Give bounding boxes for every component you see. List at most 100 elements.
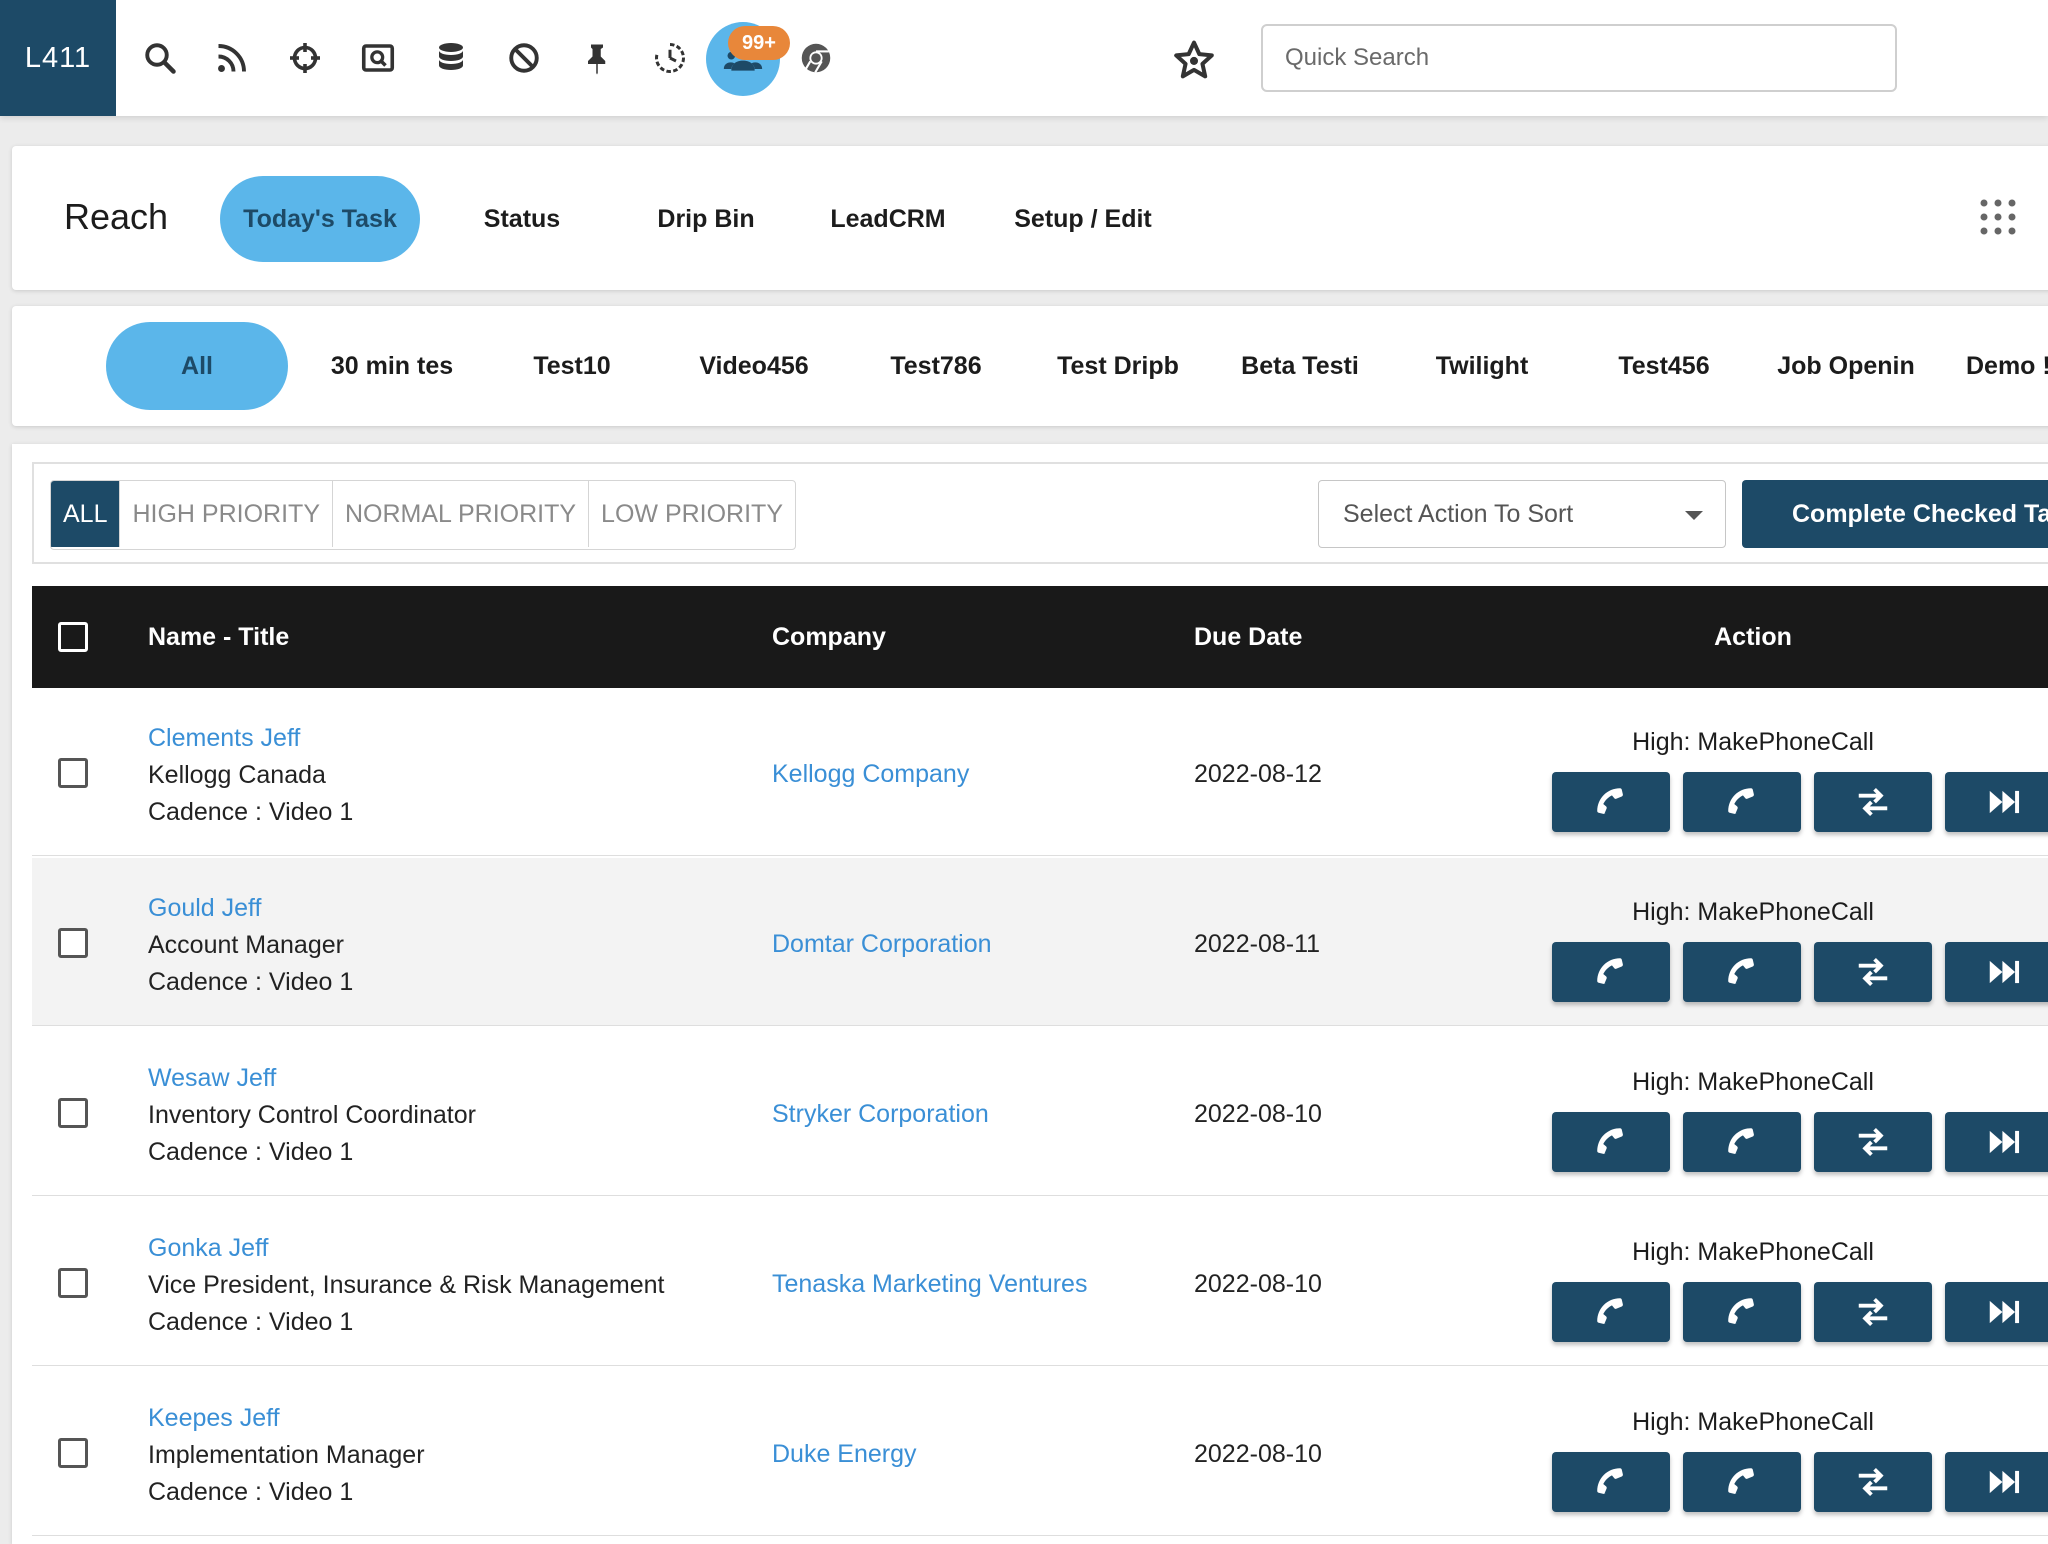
row-checkbox[interactable] bbox=[58, 1098, 88, 1128]
priority-normal-button[interactable]: NORMAL PRIORITY bbox=[333, 481, 590, 547]
reassign-button[interactable] bbox=[1814, 772, 1932, 832]
block-icon[interactable] bbox=[500, 34, 548, 82]
swap-icon bbox=[1858, 1297, 1888, 1327]
cadence-tab[interactable]: Test10 bbox=[482, 322, 662, 410]
reassign-button[interactable] bbox=[1814, 1112, 1932, 1172]
action-label: High: MakePhoneCall bbox=[1632, 1068, 1874, 1096]
priority-low-button[interactable]: LOW PRIORITY bbox=[589, 481, 795, 547]
contact-name-link[interactable]: Keepes Jeff bbox=[148, 1400, 425, 1437]
due-date: 2022-08-12 bbox=[1194, 760, 1322, 788]
cadence-tab[interactable]: 30 min tes bbox=[302, 322, 482, 410]
contact-name-link[interactable]: Clements Jeff bbox=[148, 720, 353, 757]
skip-button[interactable] bbox=[1945, 1112, 2048, 1172]
call-button[interactable] bbox=[1683, 1282, 1801, 1342]
priority-all-button[interactable]: ALL bbox=[51, 481, 121, 547]
skip-button[interactable] bbox=[1945, 942, 2048, 1002]
call-button[interactable] bbox=[1683, 772, 1801, 832]
contact-name-link[interactable]: Gonka Jeff bbox=[148, 1230, 664, 1267]
action-label: High: MakePhoneCall bbox=[1632, 898, 1874, 926]
col-due-date: Due Date bbox=[1194, 622, 1303, 651]
select-all-checkbox[interactable] bbox=[58, 622, 88, 652]
company-link[interactable]: Duke Energy bbox=[772, 1436, 917, 1473]
call-button[interactable] bbox=[1552, 772, 1670, 832]
cadence-tab[interactable]: Test786 bbox=[846, 322, 1026, 410]
app-logo[interactable]: L411 bbox=[0, 0, 116, 116]
call-button[interactable] bbox=[1683, 1452, 1801, 1512]
tab-todays-task[interactable]: Today's Task bbox=[220, 176, 420, 262]
search-icon[interactable] bbox=[136, 34, 184, 82]
contact-name-link[interactable]: Gould Jeff bbox=[148, 890, 353, 927]
company-link[interactable]: Tenaska Marketing Ventures bbox=[772, 1266, 1087, 1303]
call-button[interactable] bbox=[1552, 942, 1670, 1002]
priority-high-button[interactable]: HIGH PRIORITY bbox=[120, 481, 333, 547]
crosshair-icon[interactable] bbox=[281, 34, 329, 82]
database-icon[interactable] bbox=[427, 34, 475, 82]
history-icon[interactable] bbox=[646, 34, 694, 82]
company-link[interactable]: Domtar Corporation bbox=[772, 926, 992, 963]
col-name-title: Name - Title bbox=[148, 622, 290, 651]
row-checkbox[interactable] bbox=[58, 1438, 88, 1468]
screen-search-icon[interactable] bbox=[354, 34, 402, 82]
tab-drip-bin[interactable]: Drip Bin bbox=[626, 176, 786, 262]
call-button[interactable] bbox=[1552, 1282, 1670, 1342]
table-row: Clements Jeff Kellogg Canada Cadence : V… bbox=[32, 688, 2048, 856]
action-label: High: MakePhoneCall bbox=[1632, 1408, 1874, 1436]
skip-button[interactable] bbox=[1945, 1282, 2048, 1342]
swap-icon bbox=[1858, 1467, 1888, 1497]
skip-button[interactable] bbox=[1945, 772, 2048, 832]
call-button[interactable] bbox=[1683, 942, 1801, 1002]
cadence-tab[interactable]: Beta Testi bbox=[1210, 322, 1390, 410]
cadence-tab[interactable]: Demo ! bbox=[1966, 322, 2048, 410]
contact-title: Implementation Manager bbox=[148, 1441, 425, 1469]
reassign-button[interactable] bbox=[1814, 1452, 1932, 1512]
notification-badge: 99+ bbox=[728, 26, 790, 60]
table-row: Gonka Jeff Vice President, Insurance & R… bbox=[32, 1198, 2048, 1366]
sort-action-select[interactable]: Select Action To Sort bbox=[1318, 480, 1726, 548]
chrome-icon[interactable] bbox=[792, 34, 840, 82]
cadence-tabs: All 30 min tes Test10 Video456 Test786 T… bbox=[12, 306, 2048, 426]
phone-icon bbox=[1597, 1128, 1623, 1154]
row-checkbox[interactable] bbox=[58, 1268, 88, 1298]
star-icon[interactable] bbox=[1172, 38, 1216, 82]
fast-forward-icon bbox=[1989, 1300, 2020, 1324]
call-button[interactable] bbox=[1552, 1452, 1670, 1512]
skip-button[interactable] bbox=[1945, 1452, 2048, 1512]
cadence-tab[interactable]: Test456 bbox=[1574, 322, 1754, 410]
company-link[interactable]: Kellogg Company bbox=[772, 756, 969, 793]
tab-setup-edit[interactable]: Setup / Edit bbox=[988, 176, 1178, 262]
reassign-button[interactable] bbox=[1814, 1282, 1932, 1342]
call-button[interactable] bbox=[1552, 1112, 1670, 1172]
priority-filter: ALL HIGH PRIORITY NORMAL PRIORITY LOW PR… bbox=[50, 480, 797, 550]
chevron-down-icon bbox=[1685, 511, 1703, 520]
phone-icon bbox=[1728, 958, 1754, 984]
cadence-tab[interactable]: Twilight bbox=[1392, 322, 1572, 410]
swap-icon bbox=[1858, 1127, 1888, 1157]
tab-leadcrm[interactable]: LeadCRM bbox=[812, 176, 964, 262]
cadence-tab[interactable]: Video456 bbox=[664, 322, 844, 410]
contact-name-link[interactable]: Wesaw Jeff bbox=[148, 1060, 476, 1097]
quick-search-input[interactable] bbox=[1261, 24, 1897, 92]
call-button[interactable] bbox=[1683, 1112, 1801, 1172]
rss-icon[interactable] bbox=[208, 34, 256, 82]
apps-grid-icon[interactable] bbox=[1977, 196, 2019, 238]
complete-checked-button[interactable]: Complete Checked Ta bbox=[1742, 480, 2048, 548]
contact-title: Kellogg Canada bbox=[148, 761, 326, 789]
row-checkbox[interactable] bbox=[58, 758, 88, 788]
cadence-tab-all[interactable]: All bbox=[106, 322, 288, 410]
contact-cadence: Cadence : Video 1 bbox=[148, 1478, 354, 1506]
pin-icon[interactable] bbox=[573, 34, 621, 82]
action-label: High: MakePhoneCall bbox=[1632, 728, 1874, 756]
company-link[interactable]: Stryker Corporation bbox=[772, 1096, 989, 1133]
tab-status[interactable]: Status bbox=[452, 176, 592, 262]
cadence-tab[interactable]: Job Openin bbox=[1756, 322, 1936, 410]
due-date: 2022-08-11 bbox=[1194, 930, 1321, 958]
due-date: 2022-08-10 bbox=[1194, 1440, 1322, 1468]
action-label: High: MakePhoneCall bbox=[1632, 1238, 1874, 1266]
reassign-button[interactable] bbox=[1814, 942, 1932, 1002]
phone-icon bbox=[1597, 1468, 1623, 1494]
phone-icon bbox=[1728, 1298, 1754, 1324]
row-checkbox[interactable] bbox=[58, 928, 88, 958]
cadence-tab[interactable]: Test Dripb bbox=[1028, 322, 1208, 410]
contact-cadence: Cadence : Video 1 bbox=[148, 798, 354, 826]
phone-icon bbox=[1597, 958, 1623, 984]
